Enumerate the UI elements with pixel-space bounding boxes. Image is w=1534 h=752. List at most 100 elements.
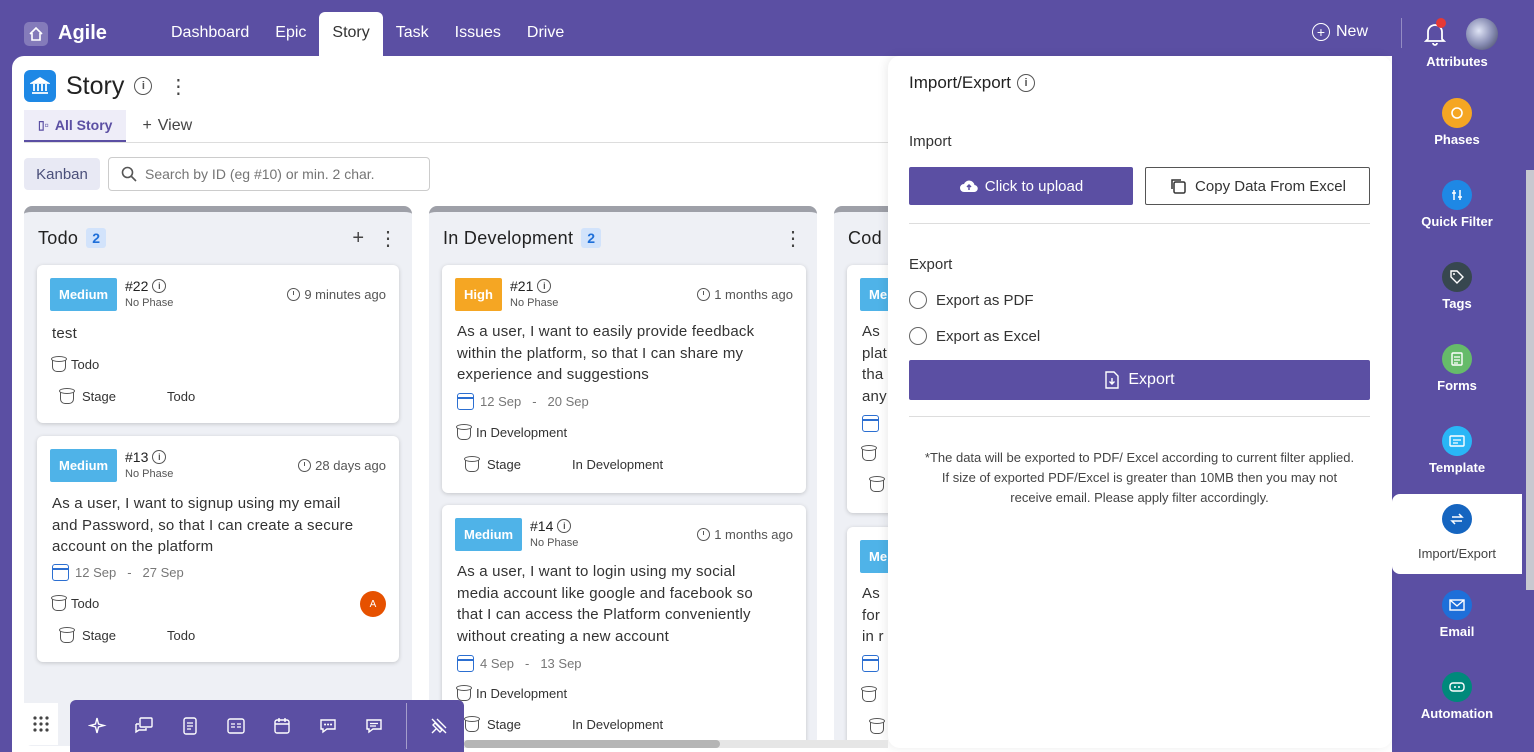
sidebar-item-label: Email (1439, 624, 1475, 639)
upload-button[interactable]: Click to upload (909, 167, 1133, 205)
message-icon[interactable] (360, 712, 388, 740)
story-card[interactable]: Medium #22 i No Phase 9 minutes ago test … (37, 265, 399, 423)
page-header: Story i ⋮ (24, 70, 188, 102)
sidebar-item-tags[interactable]: Tags (1392, 260, 1522, 342)
story-card[interactable]: Me As plat tha any (847, 265, 888, 513)
import-label: Import (909, 133, 952, 150)
story-card[interactable]: High #21 i No Phase 1 months ago As a use… (442, 265, 806, 493)
unpin-icon[interactable] (425, 712, 453, 740)
story-card[interactable]: Medium #13 i No Phase 28 days ago As a us… (37, 436, 399, 662)
column-menu-icon[interactable]: ⋮ (378, 226, 398, 251)
card-id: #22 i (125, 278, 167, 294)
nav-dashboard[interactable]: Dashboard (158, 12, 262, 54)
sidebar-item-label: Quick Filter (1421, 214, 1493, 229)
radio-button[interactable] (909, 327, 927, 345)
sidebar-item-email[interactable]: Email (1392, 588, 1522, 670)
sidebar-item-automation[interactable]: Automation (1392, 670, 1522, 752)
add-view-button[interactable]: + View (142, 117, 192, 135)
info-icon[interactable]: i (1017, 74, 1036, 92)
export-button[interactable]: Export (909, 360, 1370, 400)
kanban-toggle[interactable]: Kanban (24, 158, 100, 190)
home-icon[interactable] (24, 22, 48, 46)
sidebar-item-import-export[interactable]: Import/Export (1392, 494, 1522, 574)
divider (24, 142, 894, 143)
tab-all-story[interactable]: ▯▫ All Story (24, 110, 127, 142)
card-description: As plat tha any (862, 323, 887, 405)
search-icon (121, 166, 137, 182)
window-scrollbar[interactable] (1526, 170, 1534, 590)
info-icon[interactable]: i (152, 450, 167, 464)
user-avatar[interactable] (1466, 18, 1498, 50)
avatar[interactable]: A (360, 591, 386, 617)
sidebar-item-attributes[interactable]: Attributes (1392, 54, 1522, 69)
document-icon[interactable] (176, 712, 204, 740)
nav-story[interactable]: Story (319, 12, 383, 56)
scrollbar-thumb[interactable] (464, 740, 720, 748)
sidebar-item-label: Automation (1420, 706, 1494, 721)
robot-icon (1442, 672, 1472, 702)
bucket-icon (464, 456, 480, 472)
bucket-icon (464, 716, 480, 732)
column-code: Cod Me As plat tha any Me As for in r (834, 206, 888, 746)
priority-badge: Medium (50, 278, 118, 311)
export-excel-option[interactable]: Export as Excel (909, 327, 1040, 345)
copy-from-excel-button[interactable]: Copy Data From Excel (1145, 167, 1370, 205)
add-card-icon[interactable]: + (352, 227, 364, 250)
card-phase: No Phase (125, 468, 174, 480)
sidebar-item-label: Phases (1434, 132, 1480, 147)
story-card[interactable]: Me As for in r (847, 527, 888, 746)
info-icon[interactable]: i (537, 279, 552, 293)
info-icon[interactable]: i (134, 77, 153, 95)
calendar-icon (52, 564, 69, 581)
comment-icon[interactable] (314, 712, 342, 740)
card-stage: Stage (59, 627, 116, 643)
grid-menu-icon[interactable] (24, 703, 58, 745)
new-button[interactable]: + New (1312, 23, 1368, 41)
info-icon[interactable]: i (557, 519, 572, 533)
id-card-icon[interactable] (222, 712, 250, 740)
form-icon (1442, 344, 1472, 374)
card-time: 1 months ago (697, 287, 793, 302)
export-pdf-option[interactable]: Export as PDF (909, 291, 1034, 309)
nav-drive[interactable]: Drive (514, 12, 577, 54)
story-card[interactable]: Medium #14 i No Phase 1 months ago As a u… (442, 505, 806, 746)
info-icon[interactable]: i (152, 279, 167, 293)
bucket-icon (59, 388, 75, 404)
column-menu-icon[interactable]: ⋮ (783, 226, 803, 251)
column-title: In Development (443, 227, 574, 248)
board-horizontal-scrollbar[interactable] (464, 740, 888, 748)
email-icon (1442, 590, 1472, 620)
nav-task[interactable]: Task (383, 12, 442, 54)
sidebar-item-forms[interactable]: Forms (1392, 342, 1522, 424)
file-download-icon (1105, 371, 1120, 389)
card-status: Todo (51, 595, 99, 611)
calendar-icon (862, 655, 879, 672)
nav-epic[interactable]: Epic (262, 12, 319, 54)
bucket-icon (869, 476, 885, 492)
card-status (861, 445, 877, 461)
sidebar-item-quick-filter[interactable]: Quick Filter (1392, 178, 1522, 260)
sidebar-item-phases[interactable]: Phases (1392, 96, 1522, 178)
bucket-icon (51, 356, 67, 372)
card-stage (869, 718, 885, 734)
calendar-icon[interactable] (268, 712, 296, 740)
radio-button[interactable] (909, 291, 927, 309)
nav-issues[interactable]: Issues (442, 12, 514, 54)
sparkle-icon[interactable] (84, 712, 112, 740)
card-dates: 4 Sep -13 Sep (457, 655, 582, 672)
bucket-icon (51, 595, 67, 611)
plus-circle-icon: + (1312, 23, 1330, 41)
sidebar-item-label: Forms (1437, 378, 1477, 393)
search-input[interactable] (145, 166, 415, 182)
column-count: 2 (581, 228, 602, 248)
card-phase: No Phase (125, 297, 174, 309)
bucket-icon (456, 685, 472, 701)
page-title: Story (66, 71, 125, 100)
add-view-label: View (157, 117, 193, 134)
card-id: #13 i (125, 449, 167, 465)
search-box[interactable] (108, 157, 430, 191)
card-description: test (52, 325, 77, 342)
chat-icon[interactable] (130, 712, 158, 740)
more-options-icon[interactable]: ⋮ (168, 74, 188, 99)
stage-value: Todo (167, 389, 196, 404)
